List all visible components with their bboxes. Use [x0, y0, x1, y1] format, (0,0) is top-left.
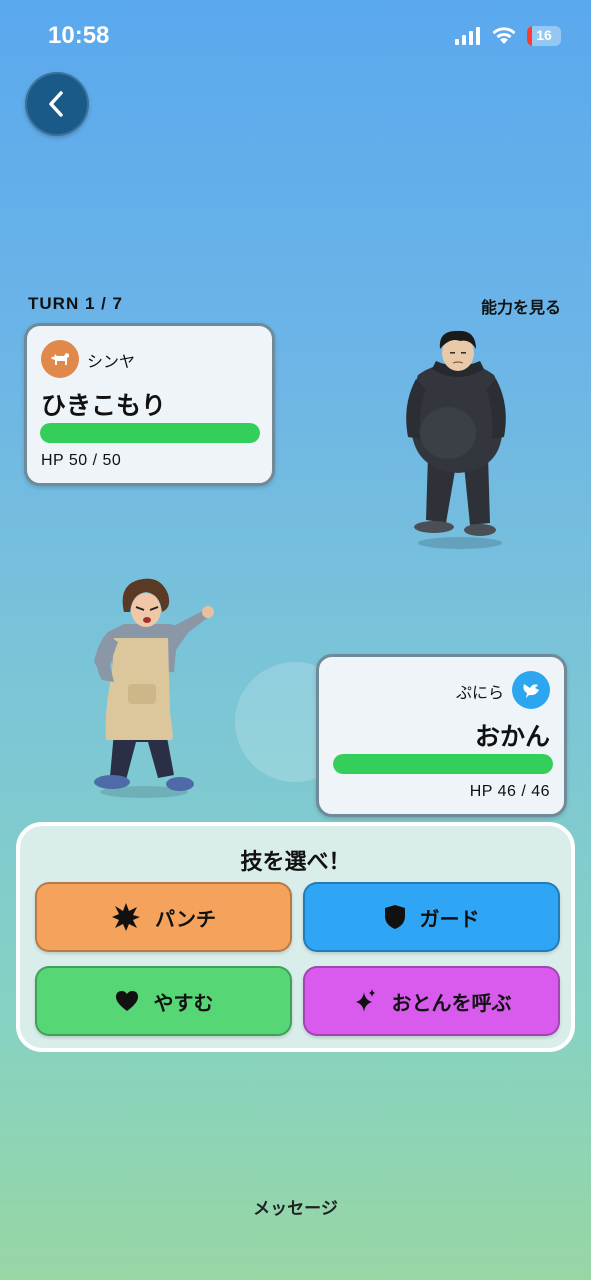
enemy-hp-text: HP 46 / 46	[469, 783, 550, 800]
turn-counter: TURN 1 / 7	[28, 294, 124, 313]
enemy-hp-bar	[333, 754, 553, 774]
status-bar: 10:58 16	[0, 0, 591, 76]
signal-icon	[455, 27, 480, 45]
player-status-card: シンヤ ひきこもり HP 50 / 50	[24, 323, 275, 486]
heart-icon	[115, 991, 138, 1011]
call-otoun-button[interactable]: おとんを呼ぶ	[303, 966, 560, 1036]
punch-button[interactable]: パンチ	[35, 882, 292, 952]
player-hp-text: HP 50 / 50	[41, 452, 122, 469]
battery-level: 16	[536, 27, 552, 43]
enemy-owner-name: ぷにら	[455, 683, 504, 702]
rest-label: やすむ	[153, 990, 214, 1015]
back-button[interactable]	[25, 72, 89, 136]
enemy-hp-fill	[333, 754, 553, 774]
bird-icon	[523, 684, 539, 698]
player-hp-bar	[40, 423, 260, 443]
hikikomori-character-sprite	[406, 330, 506, 549]
view-abilities-link[interactable]: 能力を見る	[481, 294, 561, 318]
guard-label: ガード	[419, 906, 480, 931]
enemy-avatar	[512, 671, 550, 709]
move-selection-panel: 技を選べ！ パンチ ガード やすむ おとんを呼ぶ	[16, 822, 575, 1052]
status-time: 10:58	[48, 22, 110, 49]
status-icons: 16	[455, 26, 561, 46]
message-text: メッセージ	[253, 1199, 338, 1219]
sparkle-icon	[355, 989, 375, 1012]
rest-button[interactable]: やすむ	[35, 966, 292, 1036]
okan-character-sprite	[94, 578, 214, 798]
call-label: おとんを呼ぶ	[391, 990, 512, 1015]
wifi-icon	[492, 27, 516, 44]
enemy-status-card: ぷにら おかん HP 46 / 46	[316, 654, 567, 817]
enemy-character-name: おかん	[474, 722, 550, 751]
move-panel-title: 技を選べ！	[240, 850, 351, 875]
shield-icon	[384, 905, 405, 929]
burst-icon	[112, 903, 140, 931]
dog-icon	[51, 353, 69, 365]
player-avatar	[41, 340, 79, 378]
player-character-name: ひきこもり	[41, 391, 167, 420]
player-hp-fill	[40, 423, 260, 443]
player-owner-name: シンヤ	[87, 352, 136, 371]
guard-button[interactable]: ガード	[303, 882, 560, 952]
battery-icon: 16	[527, 26, 561, 46]
punch-label: パンチ	[155, 906, 216, 931]
chevron-left-icon	[49, 91, 63, 117]
